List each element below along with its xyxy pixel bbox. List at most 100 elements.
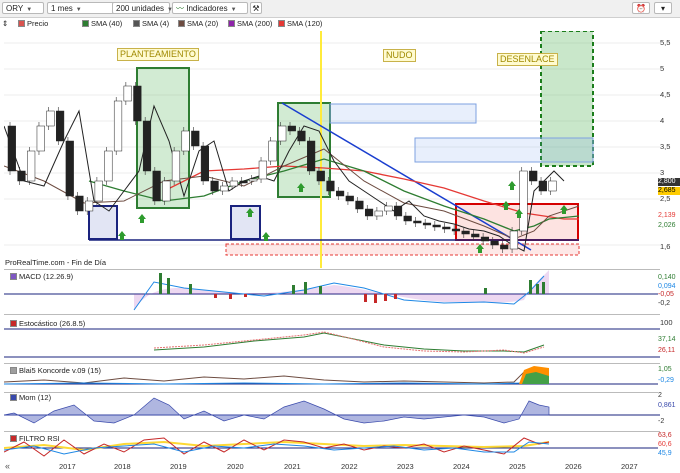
sma4-swatch-icon — [133, 20, 140, 27]
macd-panel[interactable]: MACD (12.26.9) — [4, 269, 660, 313]
price-chart-svg — [4, 31, 660, 268]
year-tick: 2025 — [509, 462, 526, 471]
price-tick: 4,5 — [660, 90, 671, 99]
chevron-down-icon: ▼ — [230, 7, 237, 13]
period-label: 1 mes — [51, 4, 73, 13]
legend-sma200[interactable]: SMA (200) — [228, 18, 272, 30]
price-tick: 5,5 — [660, 38, 671, 47]
candle-body — [46, 110, 55, 127]
candle-body — [278, 125, 287, 142]
candle-body — [384, 205, 393, 212]
units-label: 200 unidades — [116, 4, 165, 13]
candle-body — [65, 140, 74, 197]
price-tick: 3 — [660, 168, 665, 177]
chevron-down-icon: ▼ — [26, 7, 33, 13]
collapse-icon[interactable]: ⇕ — [2, 18, 8, 30]
rsi-tag: 45,9 — [658, 450, 680, 458]
macd-tag: 0,094 — [658, 283, 680, 291]
support-box-2 — [230, 205, 261, 240]
mom-tag: -2 — [658, 418, 680, 426]
symbol-selector[interactable]: ORY ▼ — [2, 2, 44, 14]
candle-body — [364, 208, 374, 217]
macd-tag: 0,140 — [658, 274, 680, 282]
stoch-tag: 37,14 — [658, 336, 680, 344]
desenlace-label: DESENLACE — [497, 53, 558, 66]
sma20-swatch-icon — [178, 20, 185, 27]
candle-body — [152, 170, 161, 202]
rsi-tag: 60,6 — [658, 441, 680, 449]
mom-tag: 2 — [658, 392, 680, 400]
candle-body — [538, 180, 547, 192]
rsi-panel[interactable]: FILTRO RSI — [4, 431, 660, 462]
year-tick: 2023 — [397, 462, 414, 471]
year-tick: 2024 — [453, 462, 470, 471]
candle-body — [297, 130, 306, 142]
alarm-clock-icon: ⏰ — [636, 4, 646, 13]
bottom-zone — [225, 243, 580, 256]
candle-body — [249, 178, 258, 182]
candle-body — [200, 145, 210, 182]
candle-body — [548, 180, 557, 192]
candle-body — [336, 190, 345, 197]
alert-button[interactable]: ⏰ — [632, 2, 650, 14]
scroll-left-icon[interactable]: « — [5, 461, 10, 471]
candle-body — [75, 195, 84, 212]
koncorde-tag: 1,05 — [658, 366, 680, 374]
legend-sma20[interactable]: SMA (20) — [178, 18, 218, 30]
price-tick: 3,5 — [660, 142, 671, 151]
legend-sma40[interactable]: SMA (40) — [82, 18, 122, 30]
legend-price[interactable]: Precio — [18, 18, 48, 30]
momentum-panel[interactable]: Mom (12) — [4, 392, 660, 430]
year-tick: 2022 — [341, 462, 358, 471]
stochastic-svg — [4, 328, 660, 358]
candle-body — [17, 170, 26, 182]
candle-body — [239, 180, 248, 184]
menu-button[interactable]: ▾ — [654, 2, 672, 14]
candle-body — [94, 180, 103, 202]
koncorde-panel[interactable]: Blai5 Koncorde v.09 (15) — [4, 363, 660, 392]
koncorde-svg — [4, 366, 660, 385]
candle-body — [113, 100, 123, 152]
year-tick: 2020 — [227, 462, 244, 471]
candle-body — [162, 180, 171, 202]
year-tick: 2027 — [621, 462, 638, 471]
stochastic-panel[interactable]: Estocástico (26.8.5) — [4, 314, 660, 362]
wrench-icon: ⚒ — [252, 4, 260, 13]
candle-body — [326, 180, 335, 192]
units-selector[interactable]: 200 unidades ▼ — [112, 2, 173, 14]
price-tick: 2,5 — [660, 194, 671, 203]
tools-button[interactable]: ⚒ — [250, 2, 262, 14]
sma40-swatch-icon — [82, 20, 89, 27]
stoch-axis-top: 100 — [660, 318, 673, 327]
candle-body — [480, 236, 490, 242]
rsi-tag: 63,6 — [658, 432, 680, 440]
legend-sma120[interactable]: SMA (120) — [278, 18, 322, 30]
candle-body — [36, 125, 45, 152]
candle-body — [307, 140, 316, 172]
price-tag-sma40: 2,026 — [658, 222, 680, 230]
indicators-button[interactable]: 〰 Indicadores ▼ — [172, 2, 248, 14]
candle-body — [287, 125, 296, 132]
sma120-swatch-icon — [278, 20, 285, 27]
year-tick: 2021 — [284, 462, 301, 471]
candle-body — [258, 160, 267, 180]
toolbar: ORY ▼ 1 mes ▼ 200 unidades ▼ 〰 Indicadores ▼… — [0, 0, 680, 18]
price-chart[interactable]: PLANTEAMIENTO NUDO DESENLACE — [4, 31, 660, 268]
year-tick: 2019 — [170, 462, 187, 471]
candle-body — [529, 170, 538, 182]
indicators-label: Indicadores — [186, 4, 228, 13]
symbol-label: ORY — [6, 4, 24, 13]
legend-sma4[interactable]: SMA (4) — [133, 18, 169, 30]
candle-body — [210, 180, 219, 192]
candle-body — [104, 150, 113, 182]
macd-tag: -0,2 — [658, 300, 680, 308]
price-tick: 4 — [660, 116, 665, 125]
data-source-label: ProRealTime.com - Fin de Día — [5, 258, 107, 267]
macd-svg — [4, 270, 660, 311]
candle-body — [133, 85, 142, 122]
candle-body — [27, 150, 36, 182]
mom-tag: 0,861 — [658, 402, 680, 410]
candle-body — [123, 85, 132, 102]
price-tag-last: 2,800 — [658, 178, 680, 186]
planteamiento-label: PLANTEAMIENTO — [117, 48, 199, 61]
